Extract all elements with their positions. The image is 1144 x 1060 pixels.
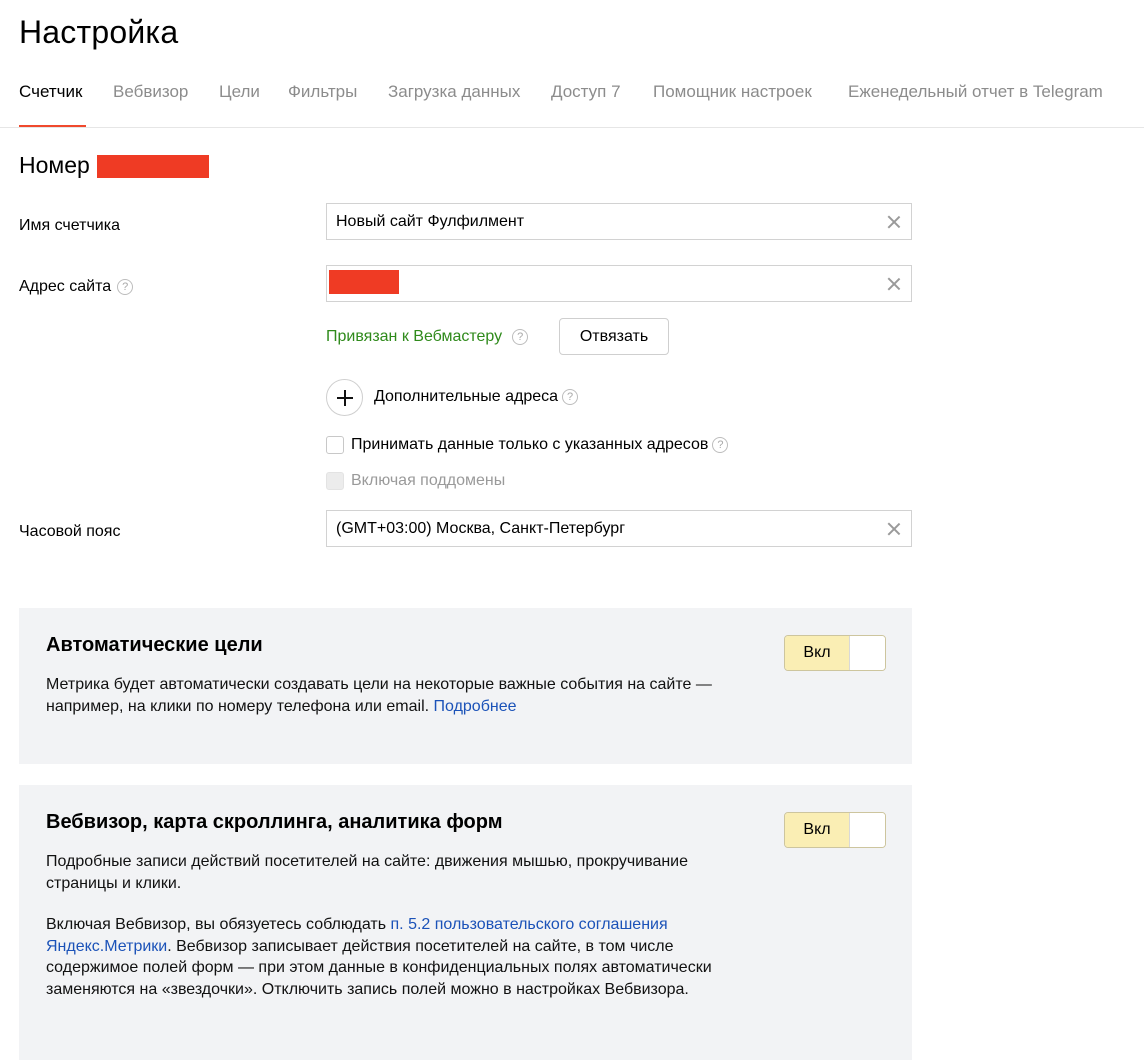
tab-counter[interactable]: Счетчик — [19, 82, 82, 102]
toggle-knob — [849, 636, 885, 670]
site-address-label-text: Адрес сайта — [19, 278, 112, 295]
webmaster-bound-text: Привязан к Вебмастеру — [326, 328, 503, 345]
counter-name-label: Имя счетчика — [19, 217, 120, 234]
plus-icon[interactable] — [326, 379, 363, 416]
tab-telegram-report[interactable]: Еженедельный отчет в Telegram — [848, 82, 1103, 102]
question-circle-icon[interactable]: ? — [117, 278, 134, 295]
auto-goals-text: Метрика будет автоматически создавать це… — [46, 676, 712, 715]
tab-setup-assistant[interactable]: Помощник настроек — [653, 82, 812, 102]
counter-number-title: Номер — [19, 152, 90, 178]
question-circle-icon[interactable]: ? — [512, 328, 529, 345]
redacted-counter-number — [97, 155, 209, 178]
additional-addresses[interactable]: Дополнительные адреса? — [374, 388, 579, 406]
additional-addresses-label: Дополнительные адреса — [374, 388, 559, 405]
auto-goals-more-link[interactable]: Подробнее — [434, 698, 517, 715]
toggle-knob — [849, 813, 885, 847]
webvisor-card: Вебвизор, карта скроллинга, аналитика фо… — [19, 785, 912, 1060]
auto-goals-title: Автоматические цели — [46, 634, 263, 656]
webvisor-description: Подробные записи действий посетителей на… — [46, 853, 689, 892]
tab-goals[interactable]: Цели — [219, 82, 260, 102]
timezone-select[interactable]: (GMT+03:00) Москва, Санкт-Петербург — [326, 510, 912, 547]
close-icon[interactable] — [886, 276, 901, 291]
webmaster-bound-status: Привязан к Вебмастеру? — [326, 328, 529, 346]
counter-name-value: Новый сайт Фулфилмент — [336, 213, 525, 230]
only-listed-addresses[interactable]: Принимать данные только с указанных адре… — [351, 436, 729, 454]
webvisor-agreement: Включая Вебвизор, вы обязуетесь соблюдат… — [46, 914, 746, 1000]
timezone-label: Часовой пояс — [19, 523, 121, 540]
tab-data-upload[interactable]: Загрузка данных — [388, 82, 520, 102]
toggle-on-label: Вкл — [785, 813, 849, 847]
redacted-site-address — [329, 270, 399, 294]
site-address-input[interactable] — [326, 265, 912, 302]
webvisor-title: Вебвизор, карта скроллинга, аналитика фо… — [46, 811, 503, 833]
page-title: Настройка — [19, 14, 179, 50]
counter-name-input[interactable]: Новый сайт Фулфилмент — [326, 203, 912, 240]
question-circle-icon[interactable]: ? — [712, 436, 729, 453]
webvisor-toggle[interactable]: Вкл — [784, 812, 886, 848]
tab-bar: Счетчик Вебвизор Цели Фильтры Загрузка д… — [19, 82, 1144, 128]
include-subdomains-checkbox — [326, 472, 344, 490]
only-listed-addresses-checkbox[interactable] — [326, 436, 344, 454]
toggle-on-label: Вкл — [785, 636, 849, 670]
tab-access[interactable]: Доступ 7 — [551, 82, 621, 102]
include-subdomains-label: Включая поддомены — [351, 472, 506, 489]
close-icon[interactable] — [886, 214, 901, 229]
unbind-button[interactable]: Отвязать — [559, 318, 669, 355]
tabs-divider — [0, 127, 1144, 128]
tab-filters[interactable]: Фильтры — [288, 82, 357, 102]
close-icon[interactable] — [886, 521, 901, 536]
timezone-value: (GMT+03:00) Москва, Санкт-Петербург — [336, 520, 626, 537]
only-listed-addresses-label: Принимать данные только с указанных адре… — [351, 436, 709, 453]
question-circle-icon[interactable]: ? — [562, 388, 579, 405]
site-address-label: Адрес сайта? — [19, 278, 134, 296]
auto-goals-toggle[interactable]: Вкл — [784, 635, 886, 671]
webvisor-agreement-prefix: Включая Вебвизор, вы обязуетесь соблюдат… — [46, 916, 391, 933]
auto-goals-description: Метрика будет автоматически создавать це… — [46, 674, 746, 717]
tab-webvisor[interactable]: Вебвизор — [113, 82, 188, 102]
auto-goals-card: Автоматические цели Метрика будет автома… — [19, 608, 912, 764]
